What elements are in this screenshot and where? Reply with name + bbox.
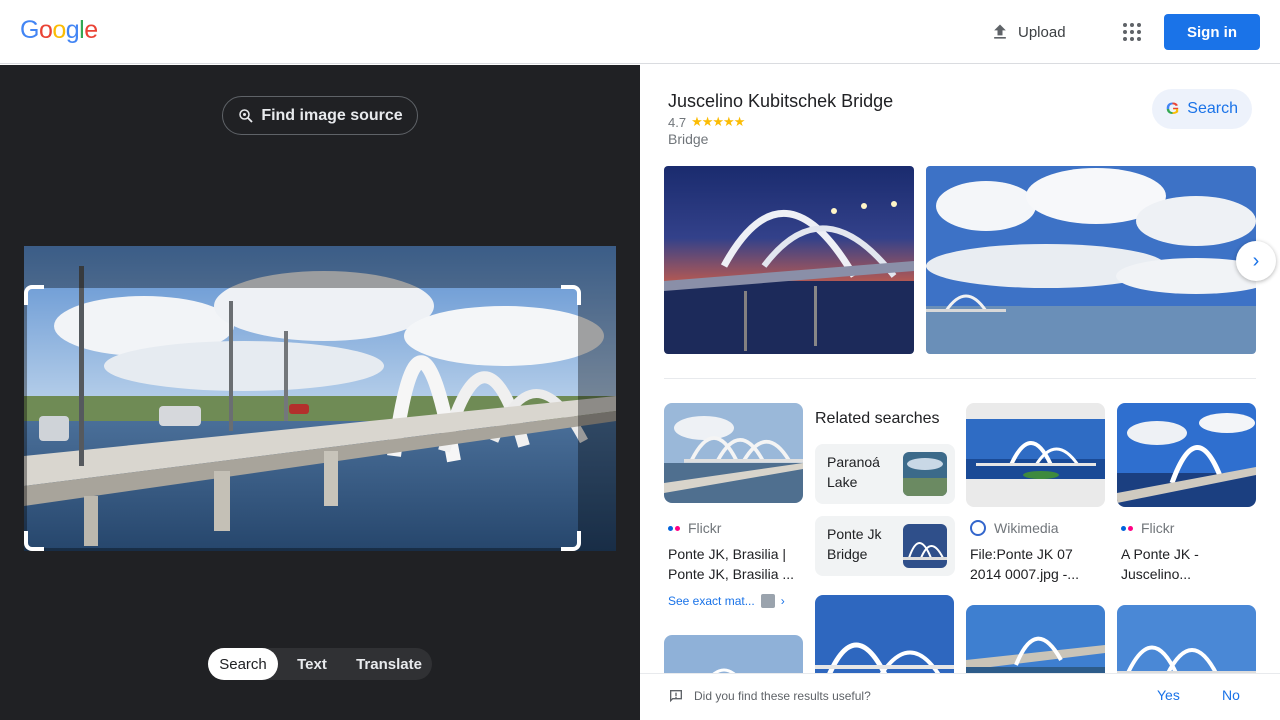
related-searches-title: Related searches	[815, 410, 940, 427]
entity-title[interactable]: Juscelino Kubitschek Bridge	[668, 91, 893, 112]
feedback-question: Did you find these results useful?	[694, 689, 871, 703]
crop-handle-bottom-left[interactable]	[24, 531, 44, 551]
logo-letter: e	[84, 16, 98, 44]
result-source: Flickr	[1121, 520, 1174, 536]
mode-switcher: Search Text Translate	[208, 648, 432, 680]
google-g-icon: G	[1166, 99, 1180, 118]
related-search-label: Paranoá Lake	[827, 454, 880, 490]
wikimedia-icon	[970, 520, 986, 536]
rating-stars: ★★★★★	[691, 114, 745, 129]
google-search-label: Search	[1187, 100, 1238, 117]
crop-handle-top-right[interactable]	[561, 285, 581, 305]
mode-translate-tab[interactable]: Translate	[346, 648, 432, 680]
chevron-right-icon: ›	[1252, 249, 1260, 272]
google-logo[interactable]: Google	[20, 16, 98, 45]
result-source-name: Wikimedia	[994, 520, 1059, 536]
sign-in-button[interactable]: Sign in	[1164, 14, 1260, 50]
feedback-bar: Did you find these results useful? Yes N…	[640, 673, 1280, 720]
result-thumbnail[interactable]	[815, 595, 954, 685]
find-image-source-button[interactable]: Find image source	[222, 96, 418, 135]
result-source-name: Flickr	[688, 520, 722, 536]
flickr-icon	[668, 525, 680, 531]
query-image-panel: Find image source Search Text Translate	[0, 65, 640, 720]
logo-letter: g	[65, 16, 80, 44]
upload-button[interactable]: Upload	[990, 18, 1066, 46]
logo-letter: o	[52, 16, 66, 44]
lens-search-icon	[239, 108, 253, 123]
entity-rating: 4.7 ★★★★★	[668, 114, 745, 130]
logo-letter: G	[20, 16, 39, 44]
crop-handle-bottom-right[interactable]	[561, 531, 581, 551]
feedback-icon	[670, 690, 682, 703]
flickr-icon	[1121, 525, 1133, 531]
section-divider	[664, 378, 1256, 379]
related-search-paranoa-lake[interactable]: Paranoá Lake	[815, 444, 955, 504]
google-search-button[interactable]: G Search	[1152, 89, 1252, 129]
result-source-name: Flickr	[1141, 520, 1175, 536]
related-search-label: Ponte Jk Bridge	[827, 526, 882, 562]
feedback-yes-button[interactable]: Yes	[1157, 687, 1180, 703]
mode-text-tab[interactable]: Text	[278, 648, 346, 680]
mode-search-tab[interactable]: Search	[208, 648, 278, 680]
crop-handle-top-left[interactable]	[24, 285, 44, 305]
rating-value: 4.7	[668, 114, 687, 130]
see-exact-matches-label: See exact mat...	[668, 594, 755, 608]
apps-grid-icon[interactable]	[1118, 18, 1146, 46]
see-exact-matches-link[interactable]: See exact mat... ›	[668, 594, 785, 608]
feedback-no-button[interactable]: No	[1222, 687, 1240, 703]
result-source: Wikimedia	[970, 520, 1059, 536]
top-header: Google Upload Sign in	[0, 0, 1280, 64]
related-search-ponte-jk-bridge[interactable]: Ponte Jk Bridge	[815, 516, 955, 576]
results-panel: Juscelino Kubitschek Bridge 4.7 ★★★★★ Br…	[640, 65, 1280, 720]
chevron-right-icon: ›	[780, 594, 785, 608]
result-thumbnail[interactable]	[966, 403, 1105, 507]
result-title[interactable]: A Ponte JK - Juscelino...	[1121, 544, 1257, 584]
entity-image-day[interactable]	[926, 166, 1256, 354]
related-search-image	[903, 452, 947, 496]
carousel-next-button[interactable]: ›	[1236, 241, 1276, 281]
entity-image-night[interactable]	[664, 166, 914, 354]
result-title[interactable]: Ponte JK, Brasilia | Ponte JK, Brasilia …	[668, 544, 804, 584]
result-title[interactable]: File:Ponte JK 07 2014 0007.jpg -...	[970, 544, 1106, 584]
entity-type: Bridge	[668, 131, 709, 147]
upload-label: Upload	[1018, 23, 1066, 41]
related-search-image	[903, 524, 947, 568]
crop-selection-box[interactable]	[24, 285, 581, 551]
upload-icon	[994, 24, 1006, 39]
result-thumbnail[interactable]	[1117, 403, 1256, 507]
result-source: Flickr	[668, 520, 721, 536]
exact-match-thumbnail-icon	[760, 594, 775, 608]
result-thumbnail[interactable]	[664, 403, 803, 503]
query-image	[24, 246, 616, 551]
find-image-source-label: Find image source	[261, 106, 403, 124]
logo-letter: o	[38, 16, 53, 44]
